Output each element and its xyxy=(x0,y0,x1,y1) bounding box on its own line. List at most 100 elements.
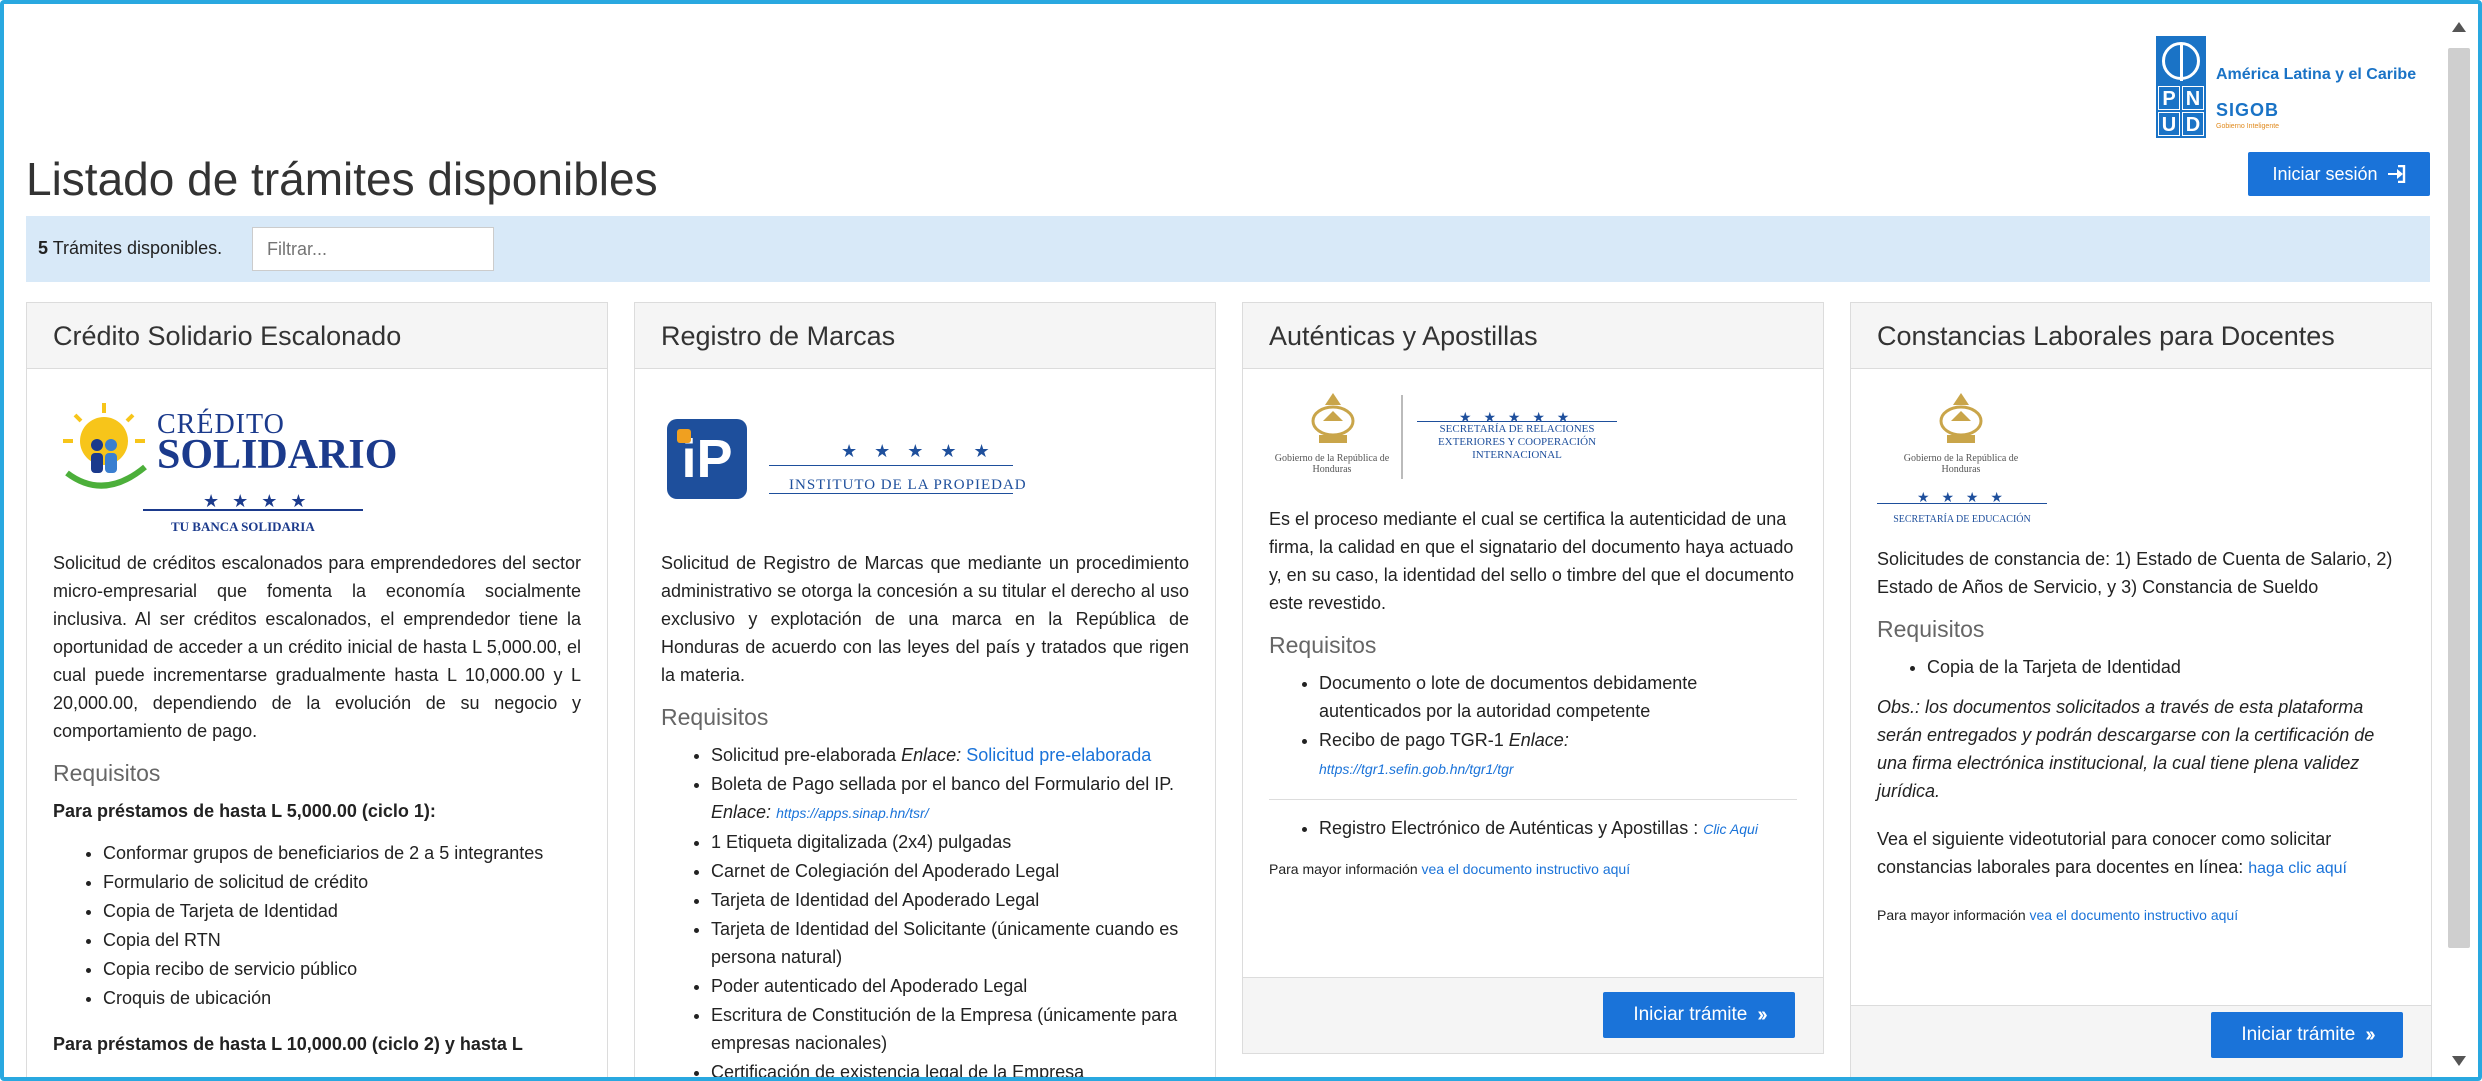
list-item: Copia del RTN xyxy=(103,926,581,954)
tgr1-link[interactable]: https://tgr1.sefin.gob.hn/tgr1/tgr xyxy=(1319,761,1514,777)
iniciar-tramite-button[interactable]: Iniciar trámite ›› xyxy=(1603,992,1795,1038)
card-title: Crédito Solidario Escalonado xyxy=(27,303,607,369)
card-title: Registro de Marcas xyxy=(635,303,1215,369)
solicitud-link[interactable]: Solicitud pre-elaborada xyxy=(966,745,1151,765)
login-button[interactable]: Iniciar sesión xyxy=(2248,152,2430,196)
logo-divider xyxy=(1417,421,1617,422)
more-info: Para mayor información vea el documento … xyxy=(1877,901,2405,929)
requirements-title: Requisitos xyxy=(1269,632,1377,658)
logo-divider xyxy=(769,493,1013,494)
undp-letter: P xyxy=(2158,86,2180,110)
list-item: Solicitud pre-elaborada Enlace: Solicitu… xyxy=(711,741,1189,769)
logo-sigob-text: SIGOB xyxy=(2216,100,2280,120)
iniciar-tramite-button[interactable]: Iniciar trámite ›› xyxy=(2211,1012,2403,1058)
more-info-text: Para mayor información xyxy=(1877,907,2030,923)
requirements-subtitle: Para préstamos de hasta L 10,000.00 (cic… xyxy=(53,1034,523,1054)
browser-viewport: P N U D América Latina y el Caribe SIGOB… xyxy=(0,0,2482,1081)
requirements-list: Solicitud pre-elaborada Enlace: Solicitu… xyxy=(661,741,1189,1077)
count-label: Trámites disponibles. xyxy=(52,238,223,258)
un-globe-icon xyxy=(2162,42,2200,81)
list-item: Copia de Tarjeta de Identidad xyxy=(103,897,581,925)
requirements-title: Requisitos xyxy=(53,760,161,786)
list-item: Conformar grupos de beneficiarios de 2 a… xyxy=(103,839,581,867)
double-chevron-right-icon: ›› xyxy=(2365,1023,2375,1046)
educacion-caption: SECRETARÍA DE EDUCACIÓN xyxy=(1893,514,2031,525)
undp-logo: P N U D xyxy=(2156,36,2206,138)
requirements-subtitle: Para préstamos de hasta L 5,000.00 (cicl… xyxy=(53,801,436,821)
undp-letter: D xyxy=(2182,112,2204,136)
ip-logo-mark: iP xyxy=(667,419,747,499)
list-item: Poder autenticado del Apoderado Legal xyxy=(711,972,1189,1000)
gobierno-caption: Gobierno de la República de Honduras xyxy=(1274,453,1390,475)
item-enlace: Enlace: xyxy=(1508,730,1569,750)
list-item: Recibo de pago TGR-1 Enlace: https://tgr1… xyxy=(1319,726,1797,783)
procedures-count: 5 Trámites disponibles. xyxy=(38,238,222,259)
logo-region-text: América Latina y el Caribe xyxy=(2216,66,2417,83)
instructivo-link[interactable]: vea el documento instructivo aquí xyxy=(2030,907,2239,923)
logo-sigob-subtitle: Gobierno Inteligente xyxy=(2216,123,2280,130)
sinap-link[interactable]: https://apps.sinap.hn/tsr/ xyxy=(776,805,929,821)
requirements-title: Requisitos xyxy=(661,704,769,730)
gobierno-educacion-logo: Gobierno de la República de Honduras ★ ★… xyxy=(1877,391,2405,531)
button-label: Iniciar trámite xyxy=(1633,1004,1748,1025)
requirements-list: Registro Electrónico de Auténticas y Apo… xyxy=(1269,814,1797,843)
list-item: Tarjeta de Identidad del Apoderado Legal xyxy=(711,886,1189,914)
list-item: Documento o lote de documentos debidamen… xyxy=(1319,669,1797,725)
card-registro-marcas: Registro de Marcas iP ★ ★ ★ ★ ★ INSTITUT… xyxy=(634,302,1216,1077)
item-enlace: Enlace: xyxy=(711,802,772,822)
scroll-up-arrow-icon[interactable] xyxy=(2452,22,2466,32)
more-info: Para mayor información vea el documento … xyxy=(1269,855,1797,883)
undp-letter: U xyxy=(2158,112,2180,136)
pnud-sigob-logo: P N U D América Latina y el Caribe SIGOB… xyxy=(2156,36,2436,140)
gobierno-caption: Gobierno de la República de Honduras xyxy=(1903,453,2019,475)
undp-letter: N xyxy=(2182,86,2204,110)
list-item: Escritura de Constitución de la Empresa … xyxy=(711,1001,1189,1057)
gobierno-sre-logo: Gobierno de la República de Honduras ★ ★… xyxy=(1269,391,1797,491)
logo-stars: ★ ★ ★ ★ ★ xyxy=(841,441,996,461)
list-item: Registro Electrónico de Auténticas y Apo… xyxy=(1319,814,1797,843)
card-title: Auténticas y Apostillas xyxy=(1243,303,1823,369)
item-text: Solicitud pre-elaborada xyxy=(711,745,902,765)
requirements-list: Conformar grupos de beneficiarios de 2 a… xyxy=(53,839,581,1012)
requirements-list: Documento o lote de documentos debidamen… xyxy=(1269,669,1797,783)
scroll-down-arrow-icon[interactable] xyxy=(2452,1056,2466,1066)
list-item: Copia de la Tarjeta de Identidad xyxy=(1927,653,2405,681)
card-description: Solicitudes de constancia de: 1) Estado … xyxy=(1877,549,2393,597)
filter-bar: 5 Trámites disponibles. xyxy=(26,216,2430,282)
list-item: 1 Etiqueta digitalizada (2x4) pulgadas xyxy=(711,828,1189,856)
card-description: Solicitud de créditos escalonados para e… xyxy=(53,553,581,741)
video-tutorial-text: Vea el siguiente videotutorial para cono… xyxy=(1877,825,2405,883)
card-constancias-docentes: Constancias Laborales para Docentes Gobi… xyxy=(1850,302,2432,1077)
card-footer: Iniciar trámite ›› xyxy=(1851,1005,2431,1077)
registro-electronico-link[interactable]: Clic Aqui xyxy=(1703,821,1758,837)
observation-text: Obs.: los documentos solicitados a travé… xyxy=(1877,697,2375,801)
credito-solidario-logo: CRÉDITO SOLIDARIO ★ ★ ★ ★ TU BANCA SOLID… xyxy=(53,391,581,534)
list-item: Boleta de Pago sellada por el banco del … xyxy=(711,770,1189,827)
list-item: Carnet de Colegiación del Apoderado Lega… xyxy=(711,857,1189,885)
list-item: Croquis de ubicación xyxy=(103,984,581,1012)
vertical-scrollbar[interactable] xyxy=(2448,48,2470,948)
logo-divider xyxy=(1877,503,2047,504)
requirements-title: Requisitos xyxy=(1877,616,1985,642)
sre-caption: SECRETARÍA DE RELACIONES EXTERIORES Y CO… xyxy=(1437,423,1597,461)
page-title: Listado de trámites disponibles xyxy=(26,153,658,205)
list-item: Certificación de existencia legal de la … xyxy=(711,1058,1189,1077)
video-tutorial-link[interactable]: haga clic aquí xyxy=(2248,860,2347,877)
item-text: Boleta de Pago sellada por el banco del … xyxy=(711,774,1174,794)
logo-name: INSTITUTO DE LA PROPIEDAD xyxy=(789,477,1027,493)
honduras-seal-icon xyxy=(1939,393,1983,443)
instituto-propiedad-logo: iP ★ ★ ★ ★ ★ INSTITUTO DE LA PROPIEDAD xyxy=(661,391,1189,531)
list-item: Tarjeta de Identidad del Solicitante (ún… xyxy=(711,915,1189,971)
card-description: Es el proceso mediante el cual se certif… xyxy=(1269,509,1794,613)
card-title: Constancias Laborales para Docentes xyxy=(1851,303,2431,369)
logo-line2: SOLIDARIO xyxy=(157,432,398,478)
list-item: Formulario de solicitud de crédito xyxy=(103,868,581,896)
filter-input[interactable] xyxy=(252,227,494,271)
honduras-seal-icon xyxy=(1311,393,1355,443)
instructivo-link[interactable]: vea el documento instructivo aquí xyxy=(1422,861,1631,877)
card-description: Solicitud de Registro de Marcas que medi… xyxy=(661,553,1189,685)
requirements-list: Copia de la Tarjeta de Identidad xyxy=(1877,653,2405,681)
divider xyxy=(1269,799,1797,800)
logo-divider xyxy=(143,509,363,511)
card-autenticas-apostillas: Auténticas y Apostillas Gobierno de la R… xyxy=(1242,302,1824,1054)
